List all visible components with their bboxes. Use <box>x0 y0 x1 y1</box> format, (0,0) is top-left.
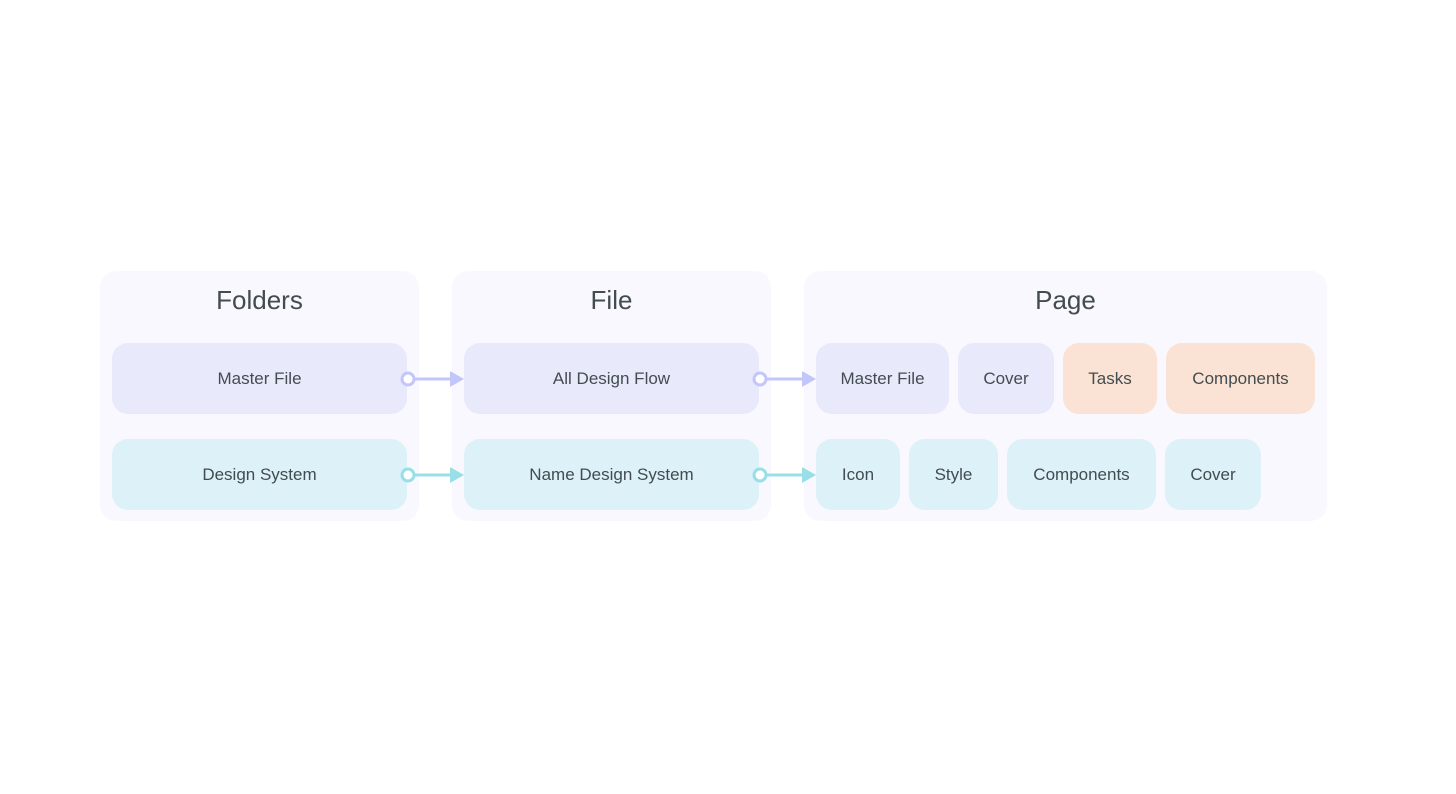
connector-arrow <box>400 371 816 387</box>
connector-arrow <box>400 467 816 483</box>
connectors <box>400 371 816 483</box>
